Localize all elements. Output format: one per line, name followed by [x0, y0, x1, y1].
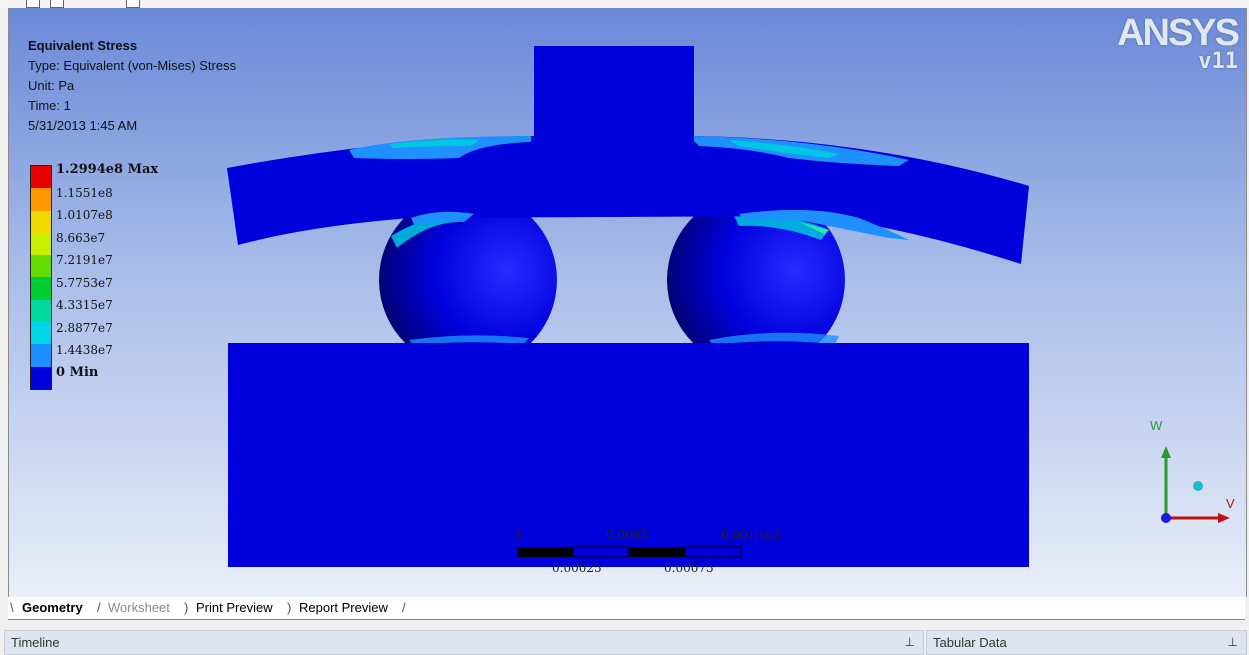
- tab-separator: /: [402, 600, 406, 615]
- tab-geometry[interactable]: Geometry: [18, 599, 87, 617]
- tab-separator: \: [10, 600, 14, 615]
- v-arrow-icon: [1218, 513, 1230, 523]
- toolbar-icon[interactable]: [26, 0, 40, 8]
- model-scene[interactable]: [9, 8, 1246, 597]
- timeline-title: Timeline: [11, 635, 60, 650]
- scale-label: 0: [514, 528, 522, 542]
- tab-report-preview[interactable]: Report Preview: [295, 599, 392, 617]
- pin-icon[interactable]: ⊥: [1228, 631, 1238, 654]
- graphics-viewport[interactable]: Equivalent Stress Type: Equivalent (von-…: [8, 8, 1247, 597]
- tab-worksheet[interactable]: Worksheet: [104, 599, 174, 617]
- view-tabs: \ Geometry / Worksheet ) Print Preview )…: [8, 597, 1245, 620]
- scale-label: 0.00075: [664, 561, 714, 575]
- tabular-data-title: Tabular Data: [933, 635, 1007, 650]
- toolbar-icon[interactable]: [126, 0, 140, 8]
- tab-separator: /: [97, 600, 101, 615]
- scale-label: 0.0005: [606, 528, 648, 542]
- timeline-panel[interactable]: Timeline ⊥: [4, 630, 924, 655]
- scale-ruler: [517, 546, 742, 558]
- pin-icon[interactable]: ⊥: [905, 631, 915, 654]
- bottom-panels: Timeline ⊥ Tabular Data ⊥: [0, 627, 1249, 655]
- tab-separator: ): [184, 600, 189, 615]
- top-block[interactable]: [534, 46, 694, 141]
- bent-beam[interactable]: [227, 136, 1029, 264]
- w-arrow-icon: [1161, 446, 1171, 458]
- origin-icon: [1161, 513, 1171, 523]
- coordinate-triad[interactable]: W V: [1136, 408, 1246, 538]
- scale-label: 0.001 (m): [721, 528, 780, 542]
- toolbar-icon[interactable]: [50, 0, 64, 8]
- scale-label: 0.00025: [552, 561, 602, 575]
- scale-bar: 0 0.0005 0.001 (m) 0.00025 0.00075: [514, 528, 794, 588]
- toolbar: [0, 0, 1249, 8]
- tabular-data-panel[interactable]: Tabular Data ⊥: [926, 630, 1247, 655]
- iso-ball-icon[interactable]: [1193, 481, 1203, 491]
- tab-print-preview[interactable]: Print Preview: [192, 599, 277, 617]
- tab-separator: ): [287, 600, 292, 615]
